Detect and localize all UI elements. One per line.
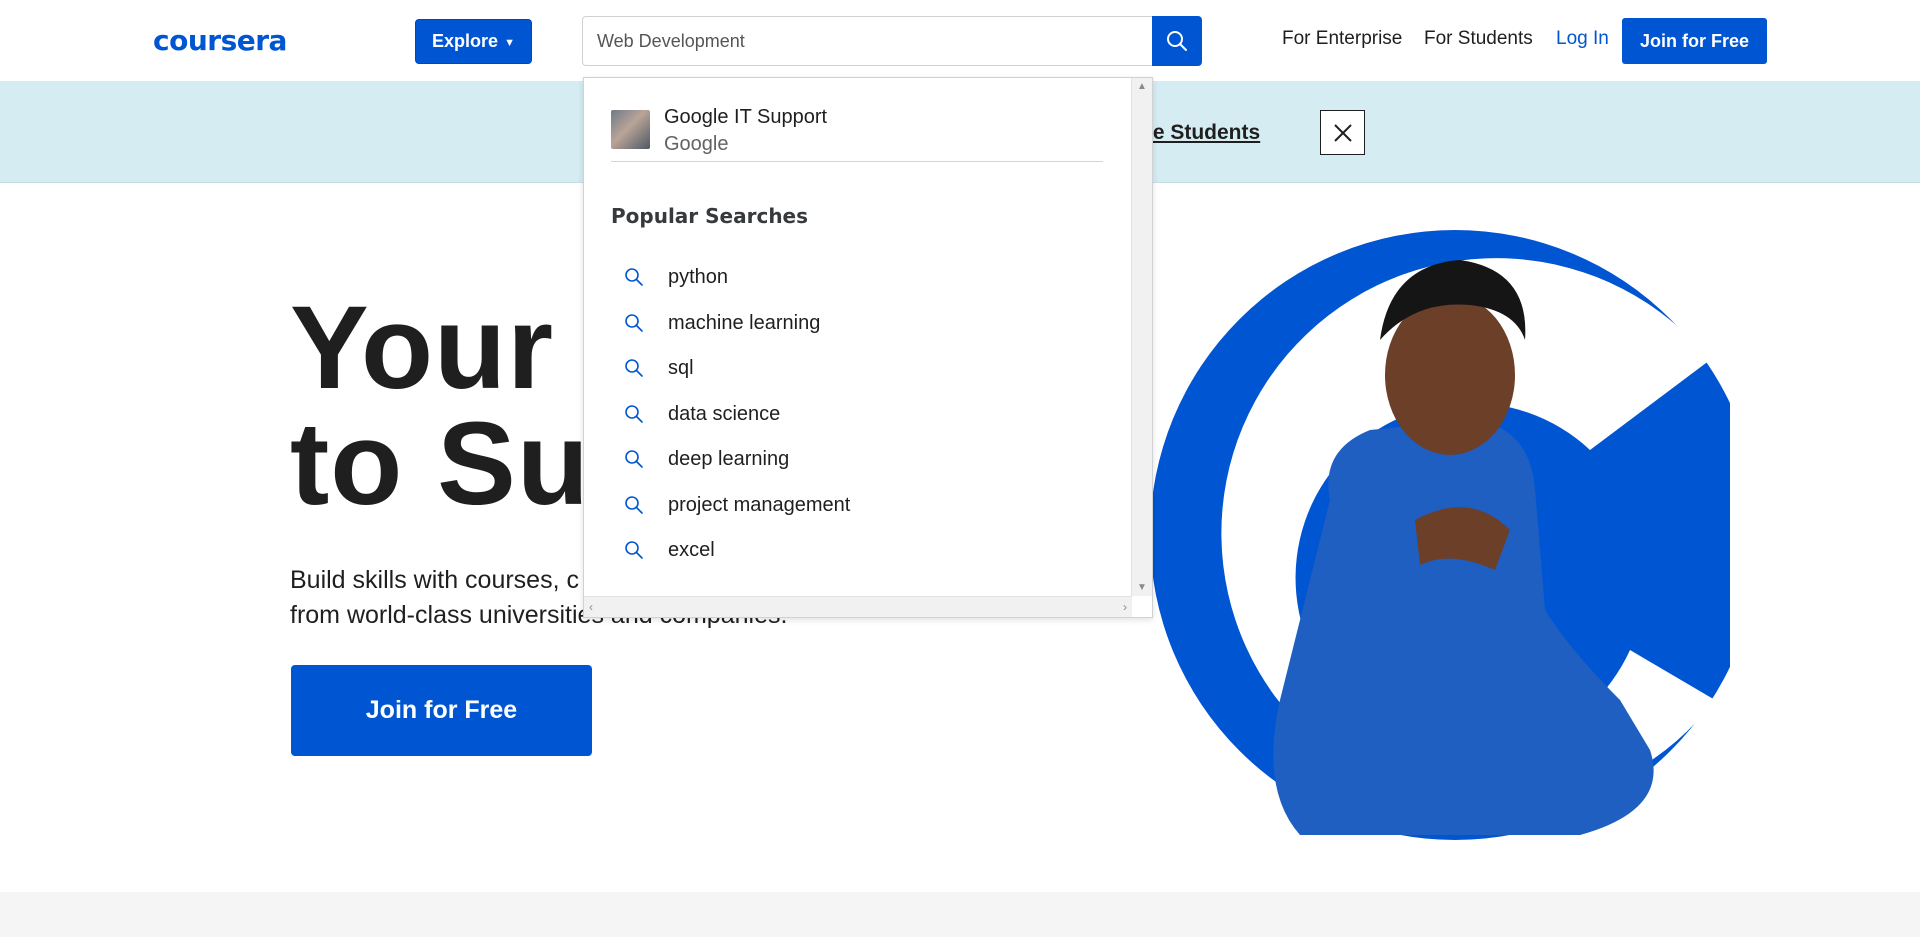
search-field[interactable]	[582, 16, 1152, 66]
join-for-free-button[interactable]: Join for Free	[1622, 18, 1767, 64]
search-icon	[625, 496, 643, 514]
popular-search-label: project management	[668, 493, 851, 516]
dropdown-content: Google IT Support Google Popular Searche…	[584, 78, 1132, 596]
suggestion-title: Google IT Support	[664, 106, 828, 128]
banner-link[interactable]: ge Students	[1140, 121, 1260, 145]
popular-search-label: machine learning	[668, 311, 821, 334]
search-input[interactable]	[583, 17, 1152, 65]
search-button[interactable]	[1152, 16, 1202, 66]
login-link[interactable]: Log In	[1556, 28, 1609, 50]
vertical-scrollbar[interactable]: ▲ ▼	[1131, 78, 1152, 596]
scroll-down-icon[interactable]: ▼	[1137, 582, 1147, 593]
popular-search-label: deep learning	[668, 447, 790, 470]
explore-button[interactable]: Explore ▼	[415, 19, 532, 64]
popular-search-label: data science	[668, 402, 781, 425]
popular-search-item[interactable]: excel	[624, 535, 715, 565]
site-header: coursera Explore ▼ For Enterprise For St…	[0, 0, 1920, 82]
search-icon	[625, 405, 643, 423]
popular-search-item[interactable]: sql	[624, 353, 694, 383]
popular-search-item[interactable]: python	[624, 262, 728, 292]
popular-search-item[interactable]: deep learning	[624, 444, 789, 474]
search-icon	[1167, 31, 1187, 51]
hero-join-button[interactable]: Join for Free	[291, 665, 592, 756]
search-suggestions-dropdown[interactable]: Google IT Support Google Popular Searche…	[583, 77, 1153, 618]
person-face	[1385, 295, 1515, 455]
search-icon	[625, 541, 643, 559]
search-icon	[625, 268, 643, 286]
scroll-right-icon[interactable]: ›	[1123, 600, 1127, 614]
search-icon	[625, 359, 643, 377]
banner-close-button[interactable]	[1320, 110, 1365, 155]
popular-searches-heading: Popular Searches	[611, 204, 809, 228]
suggestion-partner: Google	[664, 133, 729, 155]
popular-search-item[interactable]: project management	[624, 490, 850, 520]
suggestion-item[interactable]: Google IT Support Google	[611, 104, 1103, 162]
nav-students[interactable]: For Students	[1424, 28, 1533, 50]
hero-illustration	[1150, 230, 1730, 840]
bottom-section	[0, 892, 1920, 937]
chevron-down-icon: ▼	[504, 36, 515, 49]
nav-enterprise[interactable]: For Enterprise	[1282, 28, 1402, 50]
scroll-left-icon[interactable]: ‹	[589, 600, 593, 614]
popular-search-item[interactable]: data science	[624, 399, 780, 429]
suggestion-thumbnail	[611, 110, 650, 149]
close-icon	[1333, 123, 1352, 142]
search-icon	[625, 450, 643, 468]
search-icon	[625, 314, 643, 332]
scroll-up-icon[interactable]: ▲	[1137, 81, 1147, 92]
popular-search-label: excel	[668, 538, 715, 561]
popular-search-item[interactable]: machine learning	[624, 308, 820, 338]
horizontal-scrollbar[interactable]: ‹ ›	[584, 596, 1132, 617]
coursera-logo[interactable]: coursera	[153, 24, 287, 57]
popular-search-label: sql	[668, 356, 694, 379]
explore-label: Explore	[432, 31, 499, 51]
popular-search-label: python	[668, 265, 729, 288]
